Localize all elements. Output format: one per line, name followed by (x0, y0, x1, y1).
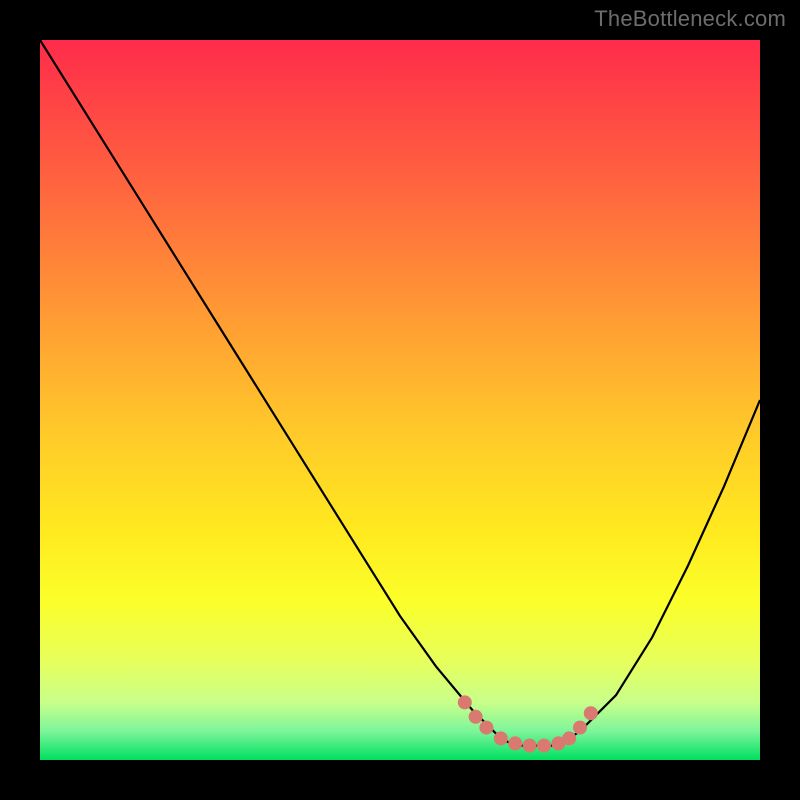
curve-marker (494, 731, 508, 745)
curve-marker (537, 739, 551, 753)
chart-frame: TheBottleneck.com (0, 0, 800, 800)
curve-marker (479, 721, 493, 735)
watermark-text: TheBottleneck.com (594, 6, 786, 32)
curve-markers (458, 695, 598, 752)
chart-plot-area (40, 40, 760, 760)
curve-marker (562, 731, 576, 745)
bottleneck-curve (40, 40, 760, 746)
curve-marker (508, 736, 522, 750)
curve-marker (523, 739, 537, 753)
chart-svg (40, 40, 760, 760)
curve-marker (573, 721, 587, 735)
curve-marker (584, 706, 598, 720)
curve-marker (469, 710, 483, 724)
curve-marker (458, 695, 472, 709)
